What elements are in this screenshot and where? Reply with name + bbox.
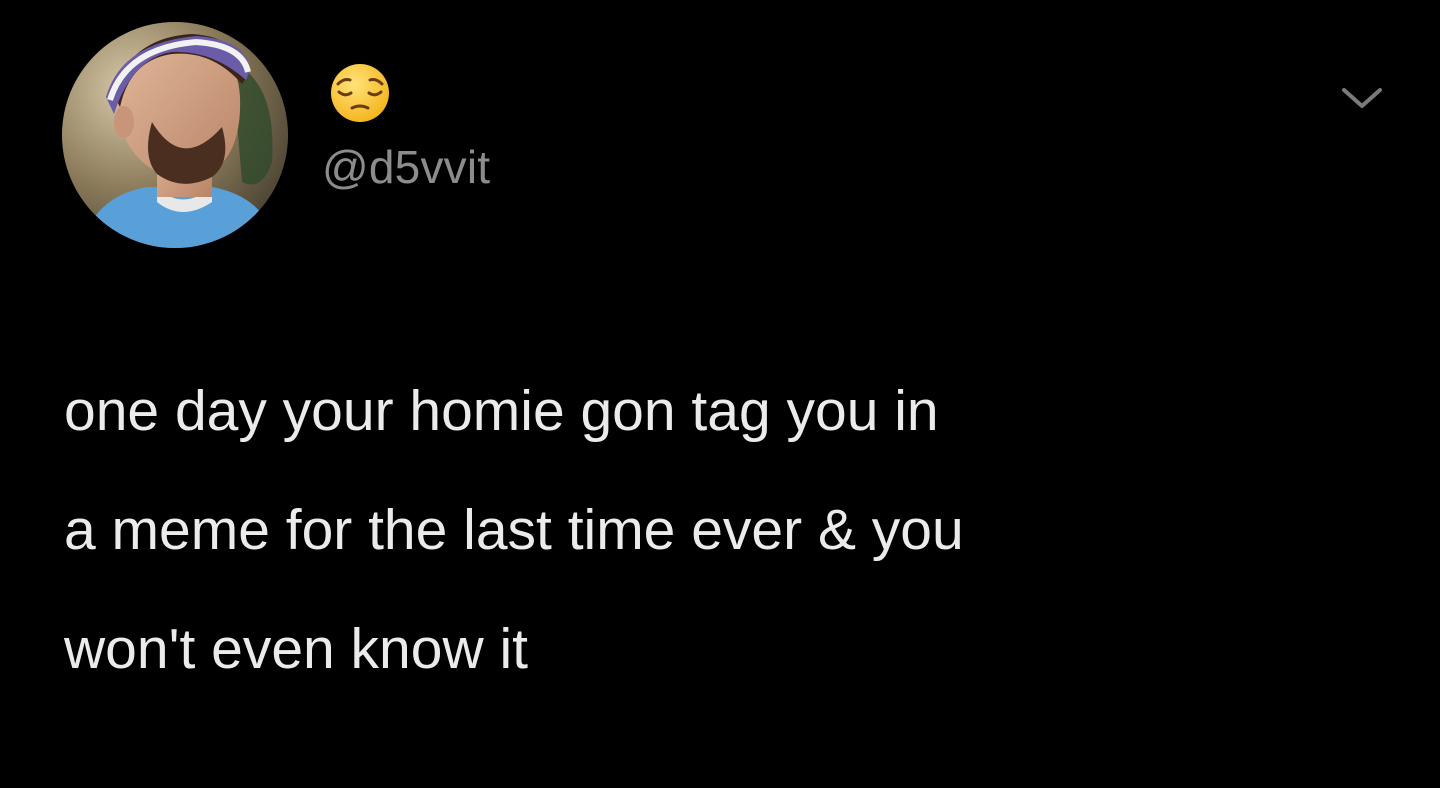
chevron-down-icon[interactable] (1338, 82, 1386, 112)
display-name[interactable] (322, 62, 398, 124)
tweet-body: one day your homie gon tag you in a meme… (64, 379, 964, 681)
avatar-photo (62, 22, 288, 248)
pensive-face-emoji-icon (331, 64, 389, 122)
user-handle[interactable]: @d5vvit (322, 140, 490, 194)
tweet-card: @d5vvit one day your homie gon tag you i… (0, 0, 1440, 788)
avatar[interactable] (62, 22, 288, 248)
